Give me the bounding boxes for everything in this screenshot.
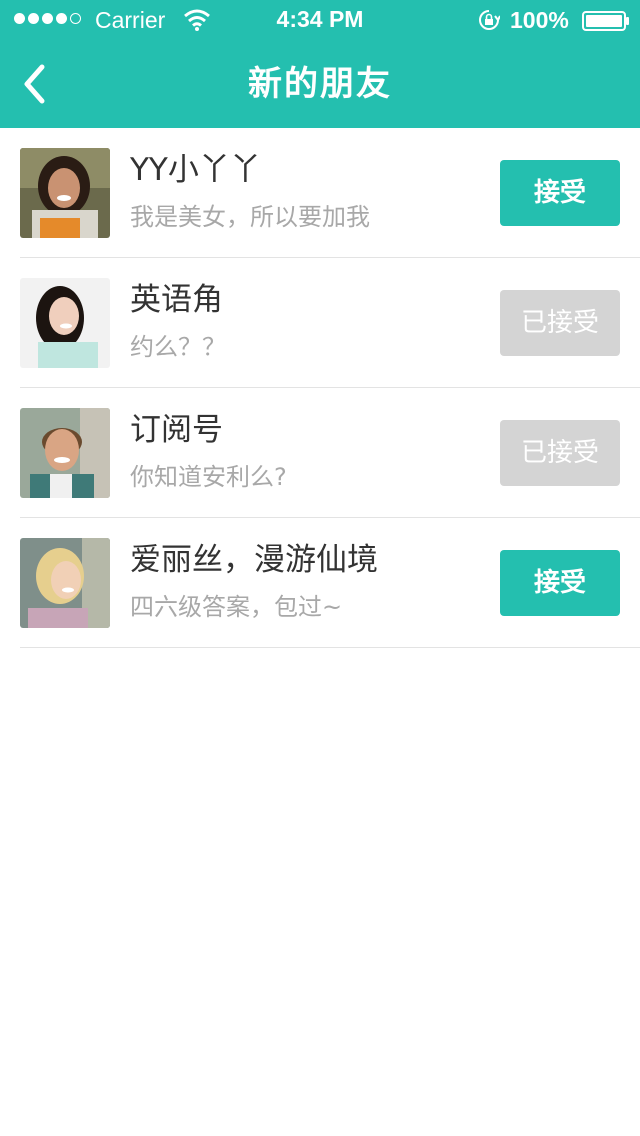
avatar xyxy=(20,408,110,498)
friend-message: 约么？？ xyxy=(130,333,226,361)
accept-button[interactable]: 接受 xyxy=(500,550,620,616)
accepted-button[interactable]: 已接受 xyxy=(500,420,620,486)
friend-request-list: YY小丫丫 我是美女，所以要加我 接受 英语角 约么？？ 已接受 订阅号 你知道… xyxy=(0,128,640,648)
friend-name: 爱丽丝，漫游仙境 xyxy=(130,542,378,578)
friend-name: 订阅号 xyxy=(130,412,223,448)
avatar xyxy=(20,538,110,628)
battery-icon xyxy=(582,11,629,31)
screen: Carrier 4:34 PM 100% 新的朋友 YY小丫丫 我是美女，所以要… xyxy=(0,0,640,1136)
status-bar: Carrier 4:34 PM 100% xyxy=(0,0,640,40)
friend-name: YY小丫丫 xyxy=(130,152,261,188)
list-item[interactable]: 爱丽丝，漫游仙境 四六级答案，包过~ 接受 xyxy=(20,518,640,648)
friend-message: 你知道安利么? xyxy=(130,463,287,491)
list-item[interactable]: 订阅号 你知道安利么? 已接受 xyxy=(20,388,640,518)
list-item[interactable]: YY小丫丫 我是美女，所以要加我 接受 xyxy=(20,128,640,258)
friend-message: 我是美女，所以要加我 xyxy=(130,203,370,231)
list-item[interactable]: 英语角 约么？？ 已接受 xyxy=(20,258,640,388)
header: Carrier 4:34 PM 100% 新的朋友 xyxy=(0,0,640,128)
avatar xyxy=(20,148,110,238)
friend-message: 四六级答案，包过~ xyxy=(130,593,343,621)
page-title: 新的朋友 xyxy=(248,64,392,104)
accept-button[interactable]: 接受 xyxy=(500,160,620,226)
battery-percent: 100% xyxy=(510,7,569,33)
accepted-button[interactable]: 已接受 xyxy=(500,290,620,356)
friend-name: 英语角 xyxy=(130,282,223,318)
rotation-lock-icon xyxy=(479,10,500,30)
avatar xyxy=(20,278,110,368)
